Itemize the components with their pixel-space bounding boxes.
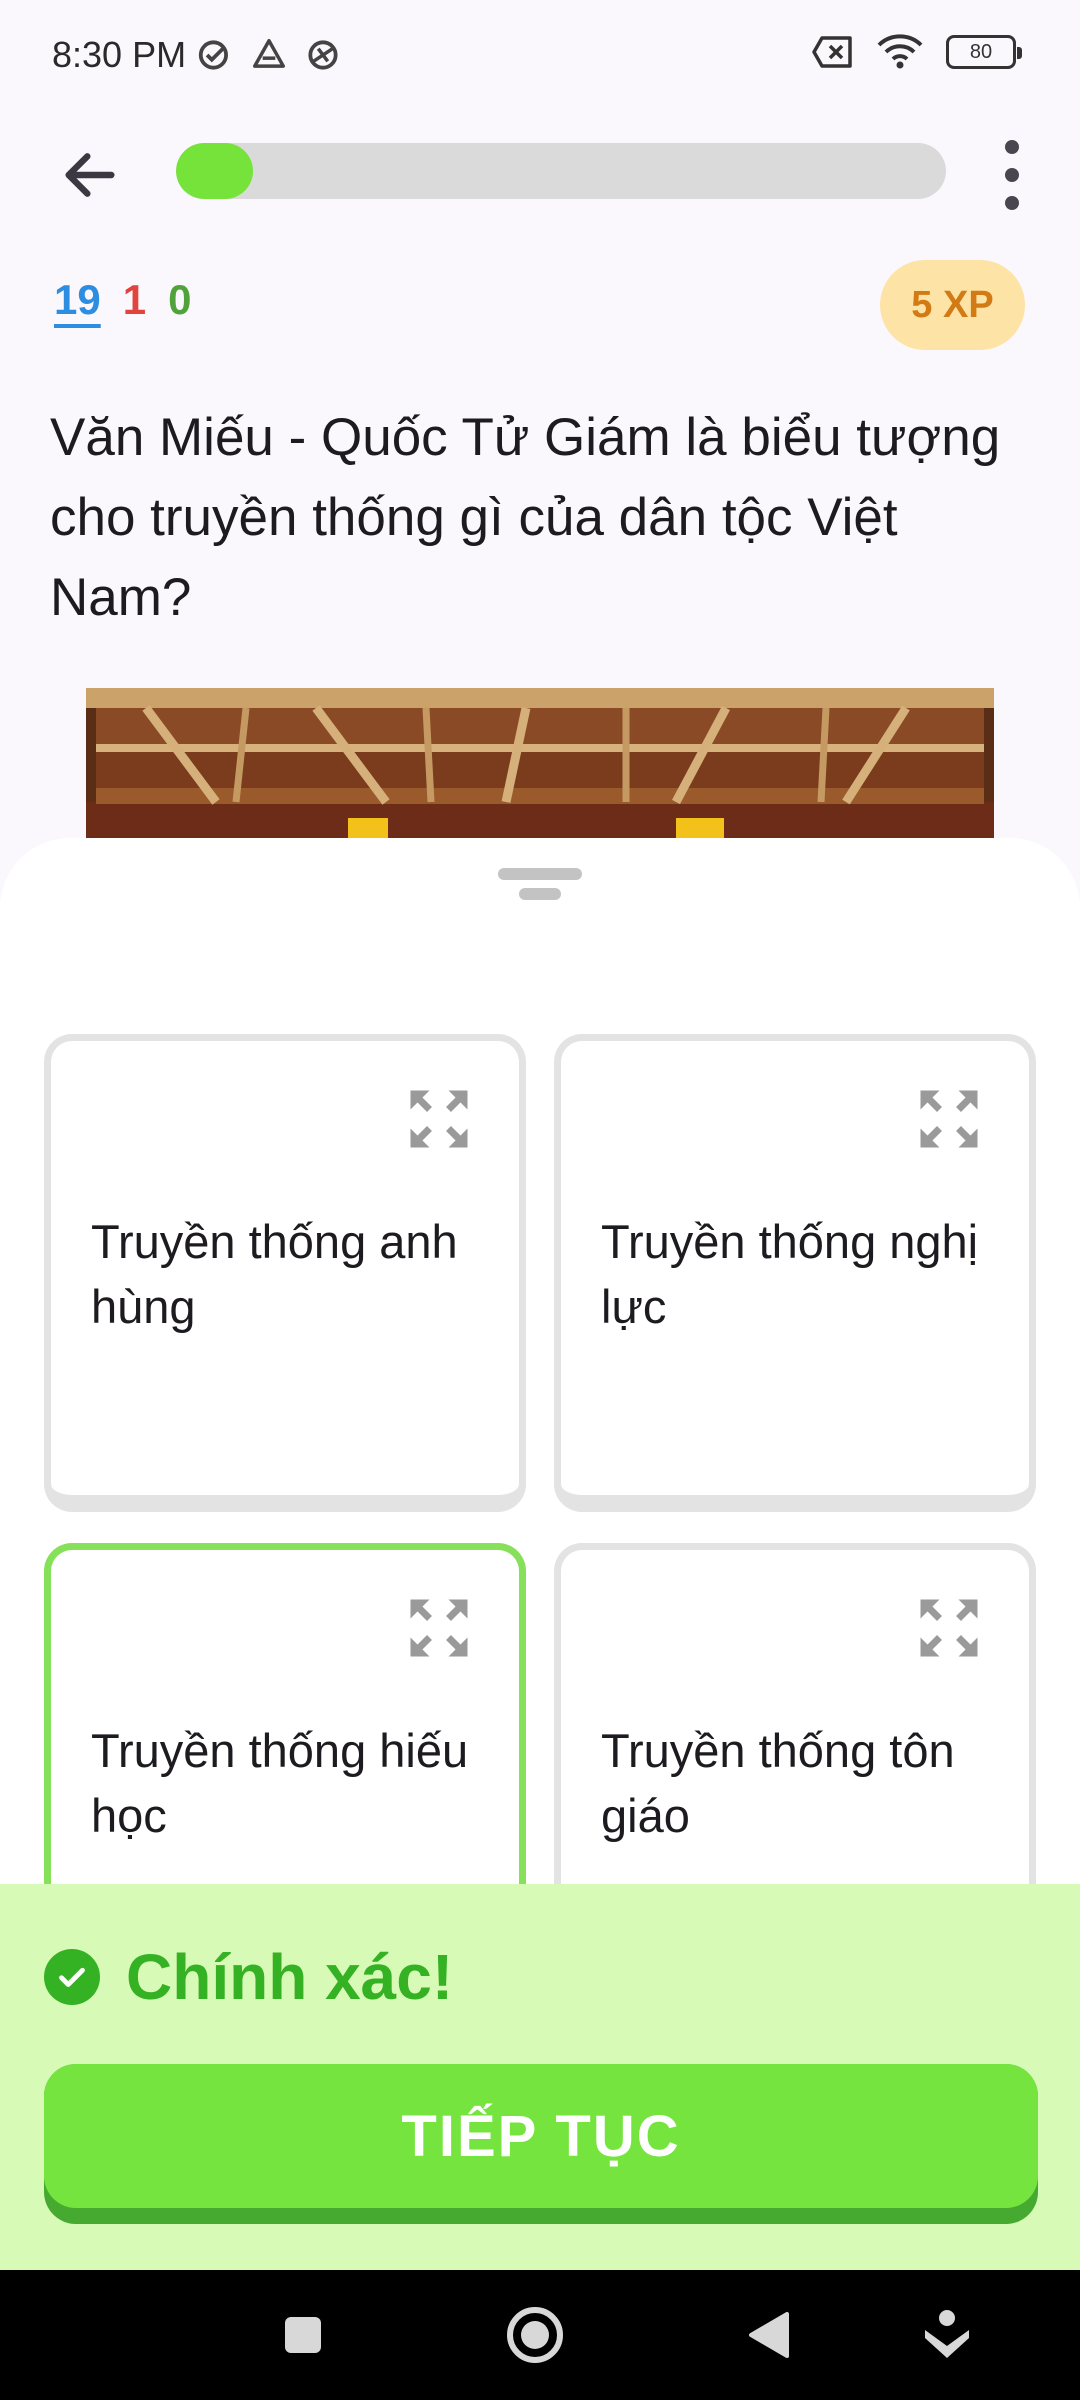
drive-icon	[253, 39, 285, 68]
answer-option-2[interactable]: Truyền thống nghị lực	[554, 1034, 1036, 1512]
expand-icon[interactable]	[401, 1590, 477, 1666]
system-nav-bar	[0, 2270, 1080, 2400]
arrow-back-icon	[65, 153, 115, 197]
lesson-progress-fill	[176, 143, 253, 199]
expand-icon[interactable]	[911, 1081, 987, 1157]
counter-wrong: 1	[122, 276, 147, 323]
more-options-button[interactable]	[990, 135, 1034, 215]
answer-option-label: Truyền thống hiếu học	[91, 1724, 469, 1842]
vpn-icon	[308, 40, 338, 70]
back-button[interactable]	[50, 135, 130, 215]
answer-counters: 19 1 0	[54, 276, 191, 324]
check-icon	[44, 1949, 100, 2005]
expand-icon[interactable]	[401, 1081, 477, 1157]
recents-icon	[285, 2317, 321, 2353]
status-notification-icons	[196, 36, 342, 74]
question-image	[86, 688, 994, 848]
expand-icon[interactable]	[911, 1590, 987, 1666]
lesson-progress-bar	[176, 143, 946, 199]
result-header: Chính xác!	[44, 1940, 453, 2014]
status-system-icons: 80	[812, 34, 1022, 70]
continue-button-label: TIẾP TỤC	[44, 2064, 1038, 2208]
answer-option-label: Truyền thống nghị lực	[601, 1215, 979, 1333]
more-vert-icon	[1005, 140, 1019, 154]
recents-button[interactable]	[268, 2300, 338, 2370]
back-triangle-icon	[749, 2312, 789, 2358]
sheet-drag-handle[interactable]	[498, 868, 582, 902]
no-sim-icon	[812, 36, 852, 68]
answer-option-label: Truyền thống tôn giáo	[601, 1724, 955, 1842]
answer-option-label: Truyền thống anh hùng	[91, 1215, 458, 1333]
home-button[interactable]	[500, 2300, 570, 2370]
system-back-button[interactable]	[734, 2300, 804, 2370]
status-bar: 8:30 PM 80	[0, 0, 1080, 110]
home-icon	[507, 2307, 563, 2363]
result-banner: Chính xác! TIẾP TỤC	[0, 1884, 1080, 2270]
counter-correct: 0	[168, 276, 192, 323]
wifi-icon	[877, 34, 923, 69]
assistant-icon	[925, 2310, 969, 2358]
status-time: 8:30 PM	[52, 34, 187, 75]
assistant-button[interactable]	[912, 2300, 982, 2370]
result-message: Chính xác!	[126, 1941, 454, 2013]
xp-badge: 5 XP	[880, 260, 1025, 350]
question-text: Văn Miếu - Quốc Tử Giám là biểu tượng ch…	[50, 408, 1001, 627]
battery-indicator: 80	[946, 35, 1022, 69]
counter-total: 19	[54, 276, 101, 323]
check-circle-icon	[198, 40, 228, 70]
answer-option-1[interactable]: Truyền thống anh hùng	[44, 1034, 526, 1512]
continue-button[interactable]: TIẾP TỤC	[44, 2064, 1038, 2224]
